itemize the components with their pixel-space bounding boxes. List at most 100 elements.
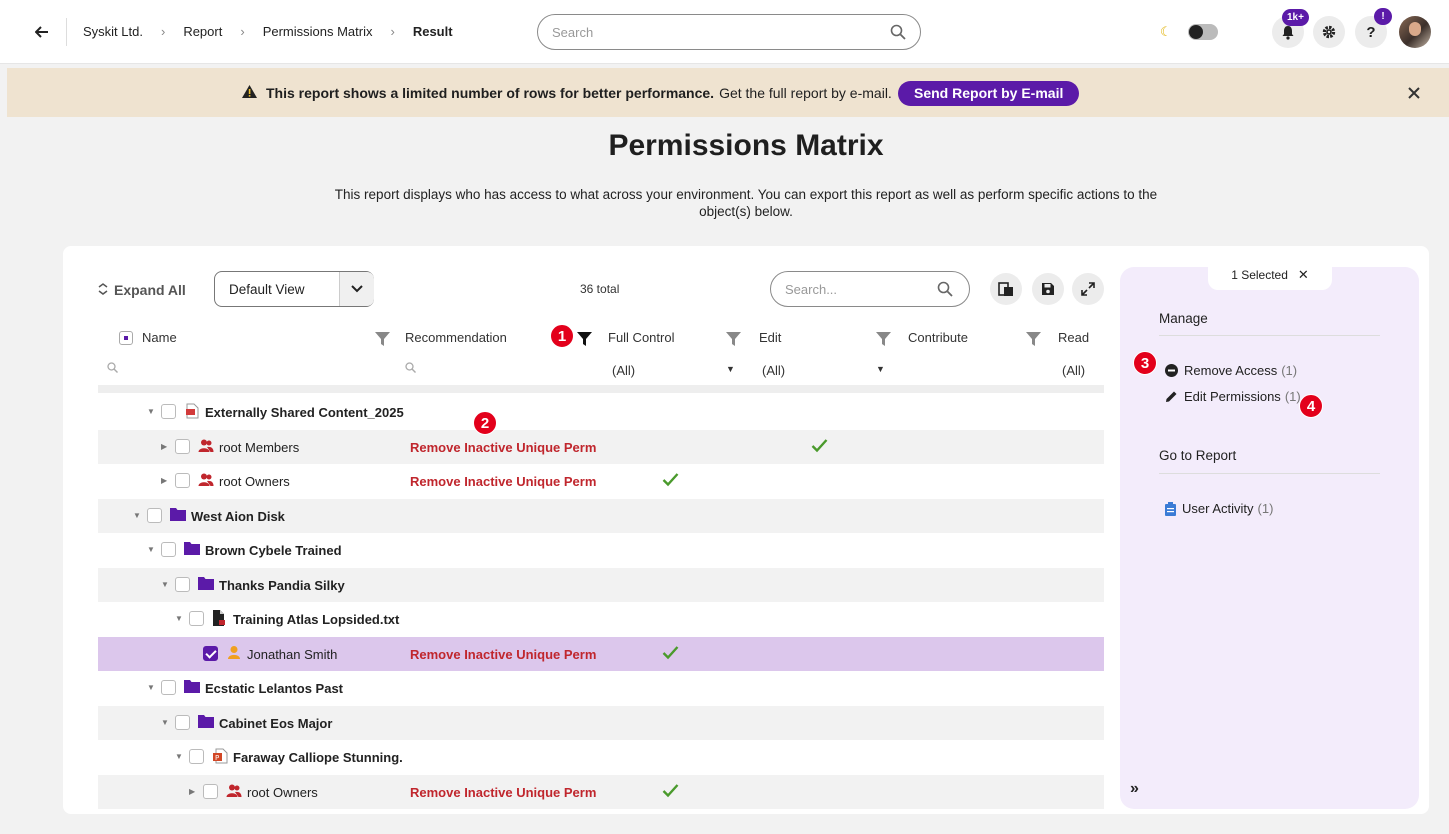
table-row[interactable]: ▼ Cabinet Eos Major: [98, 706, 1104, 740]
caret-down-icon[interactable]: ▼: [175, 614, 183, 623]
send-report-button[interactable]: Send Report by E-mail: [898, 81, 1080, 106]
grid-search-input[interactable]: [785, 272, 925, 306]
row-checkbox-checked[interactable]: [203, 646, 218, 661]
breadcrumb-item-syskit[interactable]: Syskit Ltd.: [83, 24, 143, 39]
table-row[interactable]: ▼ Thanks Pandia Silky: [98, 568, 1104, 602]
column-header-full-control[interactable]: Full Control: [608, 330, 674, 345]
back-arrow-icon[interactable]: [30, 20, 54, 44]
caret-down-icon[interactable]: ▼: [147, 407, 155, 416]
caret-down-icon[interactable]: ▼: [161, 718, 169, 727]
row-checkbox[interactable]: [203, 784, 218, 799]
caret-down-icon[interactable]: ▼: [161, 580, 169, 589]
column-header-name[interactable]: Name: [142, 330, 177, 345]
caret-down-icon[interactable]: ▼: [175, 752, 183, 761]
view-select-value: Default View: [229, 282, 305, 297]
remove-access-action[interactable]: Remove Access (1): [1165, 363, 1297, 378]
row-name: Brown Cybele Trained: [205, 543, 342, 558]
expand-all-button[interactable]: Expand All: [98, 282, 186, 298]
caret-right-icon[interactable]: ▶: [189, 787, 195, 796]
table-row[interactable]: ▼ Ecstatic Lelantos Past: [98, 671, 1104, 705]
recommendation-link[interactable]: Remove Inactive Unique Perm: [410, 474, 598, 489]
settings-button[interactable]: [1313, 16, 1345, 48]
breadcrumb-item-permissions-matrix[interactable]: Permissions Matrix: [263, 24, 373, 39]
warning-icon: [241, 84, 258, 102]
table-row[interactable]: ▼ P Faraway Calliope Stunning.: [98, 740, 1104, 774]
filter-icon[interactable]: [1026, 332, 1041, 346]
row-checkbox[interactable]: [147, 508, 162, 523]
search-icon[interactable]: [405, 362, 416, 373]
breadcrumb-item-report[interactable]: Report: [183, 24, 222, 39]
filter-icon[interactable]: [726, 332, 741, 346]
checkmark-icon: [662, 473, 679, 487]
save-view-button[interactable]: [1032, 273, 1064, 305]
search-icon[interactable]: [890, 24, 906, 43]
checkmark-icon: [811, 439, 828, 453]
row-checkbox[interactable]: [161, 404, 176, 419]
table-row[interactable]: ▼ Training Atlas Lopsided.txt: [98, 602, 1104, 636]
read-filter-value[interactable]: (All): [1062, 363, 1085, 378]
view-select[interactable]: Default View: [214, 271, 374, 307]
clipboard-icon: [1165, 501, 1176, 516]
avatar[interactable]: [1399, 16, 1431, 48]
column-header-contribute[interactable]: Contribute: [908, 330, 968, 345]
filter-icon[interactable]: [375, 332, 390, 346]
edit-permissions-action[interactable]: Edit Permissions (1): [1165, 389, 1301, 404]
table-row[interactable]: ▶ root Owners Remove Inactive Unique Per…: [98, 464, 1104, 498]
table-row[interactable]: ▼ Externally Shared Content_2025: [98, 395, 1104, 429]
row-checkbox[interactable]: [175, 439, 190, 454]
full-control-filter-value[interactable]: (All): [612, 363, 635, 378]
search-icon[interactable]: [107, 362, 118, 373]
collapse-panel-icon[interactable]: »: [1130, 780, 1139, 798]
column-header-edit[interactable]: Edit: [759, 330, 781, 345]
edit-permissions-count: (1): [1284, 389, 1301, 404]
row-checkbox[interactable]: [175, 473, 190, 488]
filter-active-icon[interactable]: [577, 332, 592, 346]
caret-down-icon[interactable]: ▼: [876, 364, 885, 374]
table-row[interactable]: ▶ root Owners Remove Inactive Unique Per…: [98, 775, 1104, 809]
group-icon: [198, 438, 214, 454]
row-checkbox[interactable]: [189, 749, 204, 764]
annotation-marker-4: 4: [1299, 394, 1323, 418]
toggle-knob: [1189, 25, 1203, 39]
recommendation-link[interactable]: Remove Inactive Unique Perm: [410, 785, 598, 800]
caret-right-icon[interactable]: ▶: [161, 442, 167, 451]
divider: [1159, 473, 1380, 474]
caret-down-icon[interactable]: ▼: [147, 545, 155, 554]
chevron-down-icon[interactable]: [339, 272, 374, 306]
checkmark-icon: [662, 646, 679, 660]
edit-filter-value[interactable]: (All): [762, 363, 785, 378]
total-count: 36 total: [580, 282, 620, 296]
user-activity-link[interactable]: User Activity (1): [1165, 501, 1273, 516]
close-icon[interactable]: [1408, 83, 1420, 104]
dark-mode-toggle[interactable]: [1188, 24, 1218, 40]
table-row[interactable]: ▶ root Members Remove Inactive Unique Pe…: [98, 430, 1104, 464]
row-name: Thanks Pandia Silky: [219, 578, 345, 593]
table-row[interactable]: Jonathan Smith Remove Inactive Unique Pe…: [98, 637, 1104, 671]
column-header-read[interactable]: Read: [1058, 330, 1089, 345]
row-checkbox[interactable]: [175, 577, 190, 592]
caret-right-icon[interactable]: ▶: [161, 476, 167, 485]
export-button[interactable]: [990, 273, 1022, 305]
row-checkbox[interactable]: [189, 611, 204, 626]
divider: [1159, 335, 1380, 336]
clear-selection-icon[interactable]: ✕: [1298, 267, 1309, 283]
annotation-marker-2: 2: [473, 411, 497, 435]
info-banner: This report shows a limited number of ro…: [7, 68, 1449, 117]
table-row[interactable]: ▼ Brown Cybele Trained: [98, 533, 1104, 567]
column-header-recommendation[interactable]: Recommendation: [405, 330, 507, 345]
row-checkbox[interactable]: [175, 715, 190, 730]
caret-down-icon[interactable]: ▼: [726, 364, 735, 374]
recommendation-link[interactable]: Remove Inactive Unique Perm: [410, 647, 598, 662]
filter-icon[interactable]: [876, 332, 891, 346]
banner-bold-text: This report shows a limited number of ro…: [266, 85, 715, 101]
row-checkbox[interactable]: [161, 542, 176, 557]
recommendation-link[interactable]: Remove Inactive Unique Perm: [410, 440, 598, 455]
caret-down-icon[interactable]: ▼: [147, 683, 155, 692]
caret-down-icon[interactable]: ▼: [133, 511, 141, 520]
global-search-input[interactable]: [552, 15, 872, 49]
select-all-checkbox[interactable]: [119, 331, 133, 345]
row-checkbox[interactable]: [161, 680, 176, 695]
table-row[interactable]: ▼ West Aion Disk: [98, 499, 1104, 533]
fullscreen-button[interactable]: [1072, 273, 1104, 305]
search-icon[interactable]: [937, 281, 953, 300]
